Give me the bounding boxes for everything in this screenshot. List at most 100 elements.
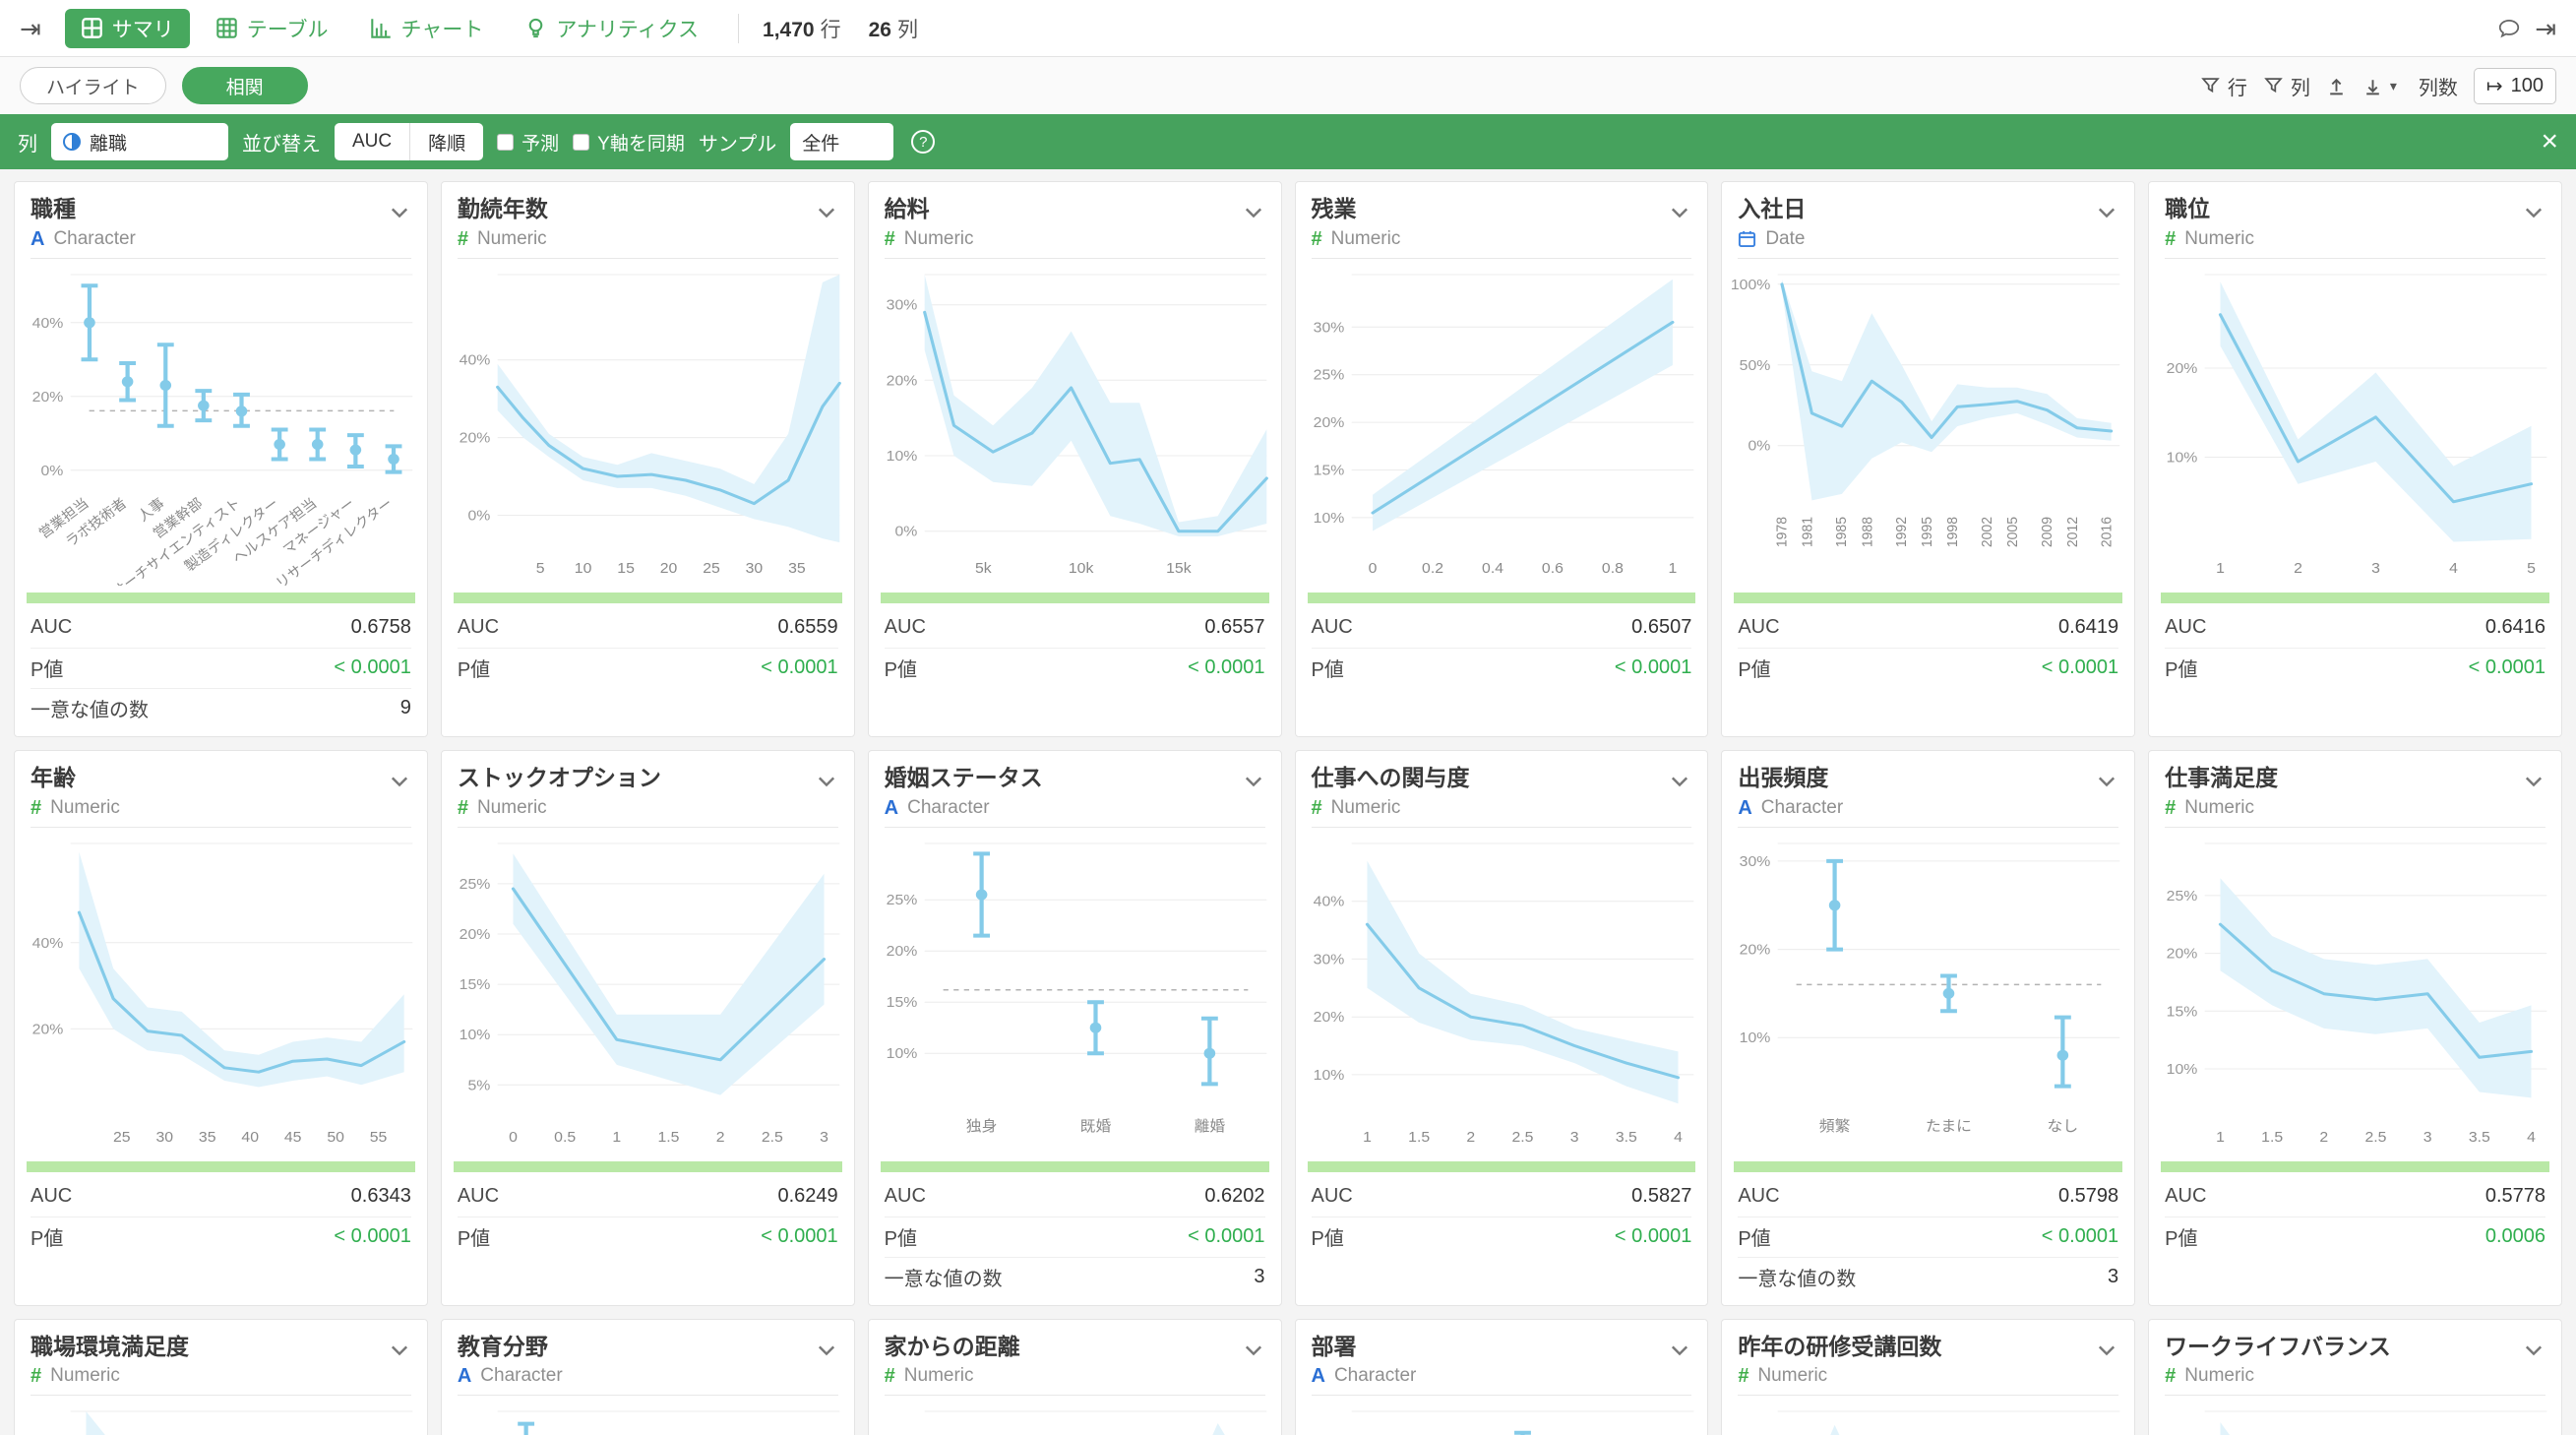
chevron-down-icon[interactable]	[2095, 770, 2118, 793]
collapse-left-icon[interactable]: ⇥	[20, 16, 41, 41]
pvalue-row: P値< 0.0001	[885, 1217, 1265, 1257]
svg-text:2.5: 2.5	[762, 1129, 783, 1146]
card-header: 給料 #Numeric	[885, 182, 1265, 259]
card-stats: AUC0.6202 P値< 0.0001 一意な値の数3	[869, 1176, 1281, 1297]
chevron-down-icon[interactable]	[1668, 770, 1691, 793]
tab-summary[interactable]: サマリ	[65, 9, 190, 48]
sync-y-axis-checkbox[interactable]: Y軸を同期	[573, 129, 685, 156]
auc-strength-bar	[2161, 1161, 2549, 1172]
svg-text:2016: 2016	[2100, 517, 2116, 547]
card-stats: AUC0.6249 P値< 0.0001	[442, 1176, 854, 1257]
svg-text:たまに: たまに	[1926, 1117, 1972, 1135]
column-limit-input[interactable]: ↦ 100	[2474, 68, 2556, 104]
checkbox-icon	[497, 134, 514, 151]
svg-text:頻繁: 頻繁	[1819, 1117, 1851, 1135]
svg-text:35: 35	[199, 1129, 216, 1146]
chevron-down-icon[interactable]	[1668, 201, 1691, 224]
chevron-down-icon[interactable]	[815, 1339, 838, 1362]
card-title: ストックオプション	[458, 764, 661, 792]
svg-text:1.5: 1.5	[2261, 1129, 2283, 1146]
forecast-checkbox[interactable]: 予測	[497, 129, 559, 156]
sort-order-select[interactable]: 降順	[409, 123, 483, 160]
chevron-down-icon[interactable]	[2095, 1339, 2118, 1362]
chevron-down-icon[interactable]	[2095, 201, 2118, 224]
chevron-down-icon[interactable]	[815, 770, 838, 793]
card-stats: AUC0.5778 P値0.0006	[2149, 1176, 2561, 1257]
summary-card: 勤続年数 #Numeric 0%20%40%5101520253035 AUC0…	[441, 181, 855, 737]
card-stats: AUC0.6419 P値< 0.0001	[1722, 607, 2134, 688]
chevron-down-icon[interactable]	[1242, 770, 1265, 793]
auc-row: AUC0.5827	[1312, 1176, 1692, 1217]
svg-text:1981: 1981	[1800, 517, 1815, 547]
svg-text:1: 1	[2216, 1129, 2225, 1146]
svg-text:25%: 25%	[886, 892, 917, 908]
target-column-select[interactable]: 離職	[51, 123, 228, 160]
tab-table[interactable]: テーブル	[200, 9, 344, 48]
svg-text:20%: 20%	[886, 372, 917, 389]
numeric-type-icon: #	[1312, 229, 1322, 249]
chevron-down-icon[interactable]	[1242, 201, 1265, 224]
card-stats: AUC0.6507 P値< 0.0001	[1296, 607, 1708, 688]
chevron-down-icon[interactable]	[2522, 770, 2545, 793]
caret-down-icon: ▾	[2390, 78, 2397, 94]
column-type: #Numeric	[1312, 228, 1401, 250]
chevron-down-icon[interactable]	[815, 201, 838, 224]
numeric-type-icon: #	[885, 229, 895, 249]
svg-text:20%: 20%	[460, 430, 491, 447]
tab-analytics[interactable]: アナリティクス	[509, 9, 714, 48]
chevron-down-icon[interactable]	[1242, 1339, 1265, 1362]
svg-text:1992: 1992	[1894, 517, 1910, 547]
sort-metric-select[interactable]: AUC	[335, 123, 409, 160]
auc-strength-bar	[454, 593, 842, 603]
column-type: #Numeric	[885, 228, 974, 250]
close-icon[interactable]: ×	[2541, 127, 2558, 156]
tab-chart[interactable]: チャート	[354, 9, 500, 48]
character-type-icon: A	[1738, 798, 1751, 818]
auc-row: AUC0.6559	[458, 607, 838, 648]
sample-select[interactable]: 全件	[790, 123, 893, 160]
upload-icon[interactable]	[2326, 76, 2347, 96]
auc-row: AUC0.6416	[2165, 607, 2545, 648]
card-header: 出張頻度 ACharacter	[1738, 751, 2118, 828]
help-icon[interactable]: ?	[911, 130, 935, 154]
numeric-type-icon: #	[1312, 798, 1322, 818]
filter-columns-button[interactable]: 列	[2263, 72, 2310, 100]
card-title: 職位	[2165, 195, 2254, 223]
comment-icon[interactable]	[2497, 17, 2521, 40]
auc-row: AUC0.6557	[885, 607, 1265, 648]
card-chart: 10%20%12345	[2149, 259, 2561, 591]
chevron-down-icon[interactable]	[2522, 1339, 2545, 1362]
summary-card: ワークライフバランス #Numeric 20%40%1234	[2148, 1319, 2562, 1435]
logical-type-icon	[63, 133, 81, 151]
column-type: #Numeric	[2165, 228, 2254, 250]
expand-right-icon[interactable]: ⇥	[2535, 16, 2556, 41]
svg-text:なし: なし	[2048, 1117, 2079, 1135]
chevron-down-icon[interactable]	[388, 770, 411, 793]
card-header: 勤続年数 #Numeric	[458, 182, 838, 259]
highlight-button[interactable]: ハイライト	[20, 67, 166, 104]
filter-rows-button[interactable]: 行	[2200, 72, 2247, 100]
correlation-button[interactable]: 相関	[182, 67, 308, 104]
card-chart: 10%20%30%510152025	[869, 1396, 1281, 1435]
view-tabs: サマリ テーブル チャート アナリティクス	[65, 9, 714, 48]
auc-row: AUC0.5798	[1738, 1176, 2118, 1217]
summary-card: 入社日 Date 0%50%100%1978198119851988199219…	[1721, 181, 2135, 737]
card-chart: 10%20%30%0246	[1722, 1396, 2134, 1435]
svg-text:0.2: 0.2	[1422, 560, 1443, 577]
svg-text:0%: 0%	[1748, 438, 1771, 455]
date-type-icon	[1738, 229, 1756, 248]
card-header: 家からの距離 #Numeric	[885, 1320, 1265, 1397]
svg-text:100%: 100%	[1731, 277, 1771, 293]
svg-text:40%: 40%	[460, 352, 491, 369]
svg-text:25: 25	[113, 1129, 131, 1146]
tab-label: アナリティクス	[556, 14, 699, 43]
chevron-down-icon[interactable]	[2522, 201, 2545, 224]
download-icon[interactable]: ▾	[2362, 76, 2397, 96]
sample-label: サンプル	[699, 128, 776, 156]
svg-text:0.6: 0.6	[1541, 560, 1563, 577]
chevron-down-icon[interactable]	[388, 201, 411, 224]
column-type: ACharacter	[1312, 1365, 1417, 1387]
svg-text:1995: 1995	[1920, 517, 1935, 547]
chevron-down-icon[interactable]	[388, 1339, 411, 1362]
chevron-down-icon[interactable]	[1668, 1339, 1691, 1362]
